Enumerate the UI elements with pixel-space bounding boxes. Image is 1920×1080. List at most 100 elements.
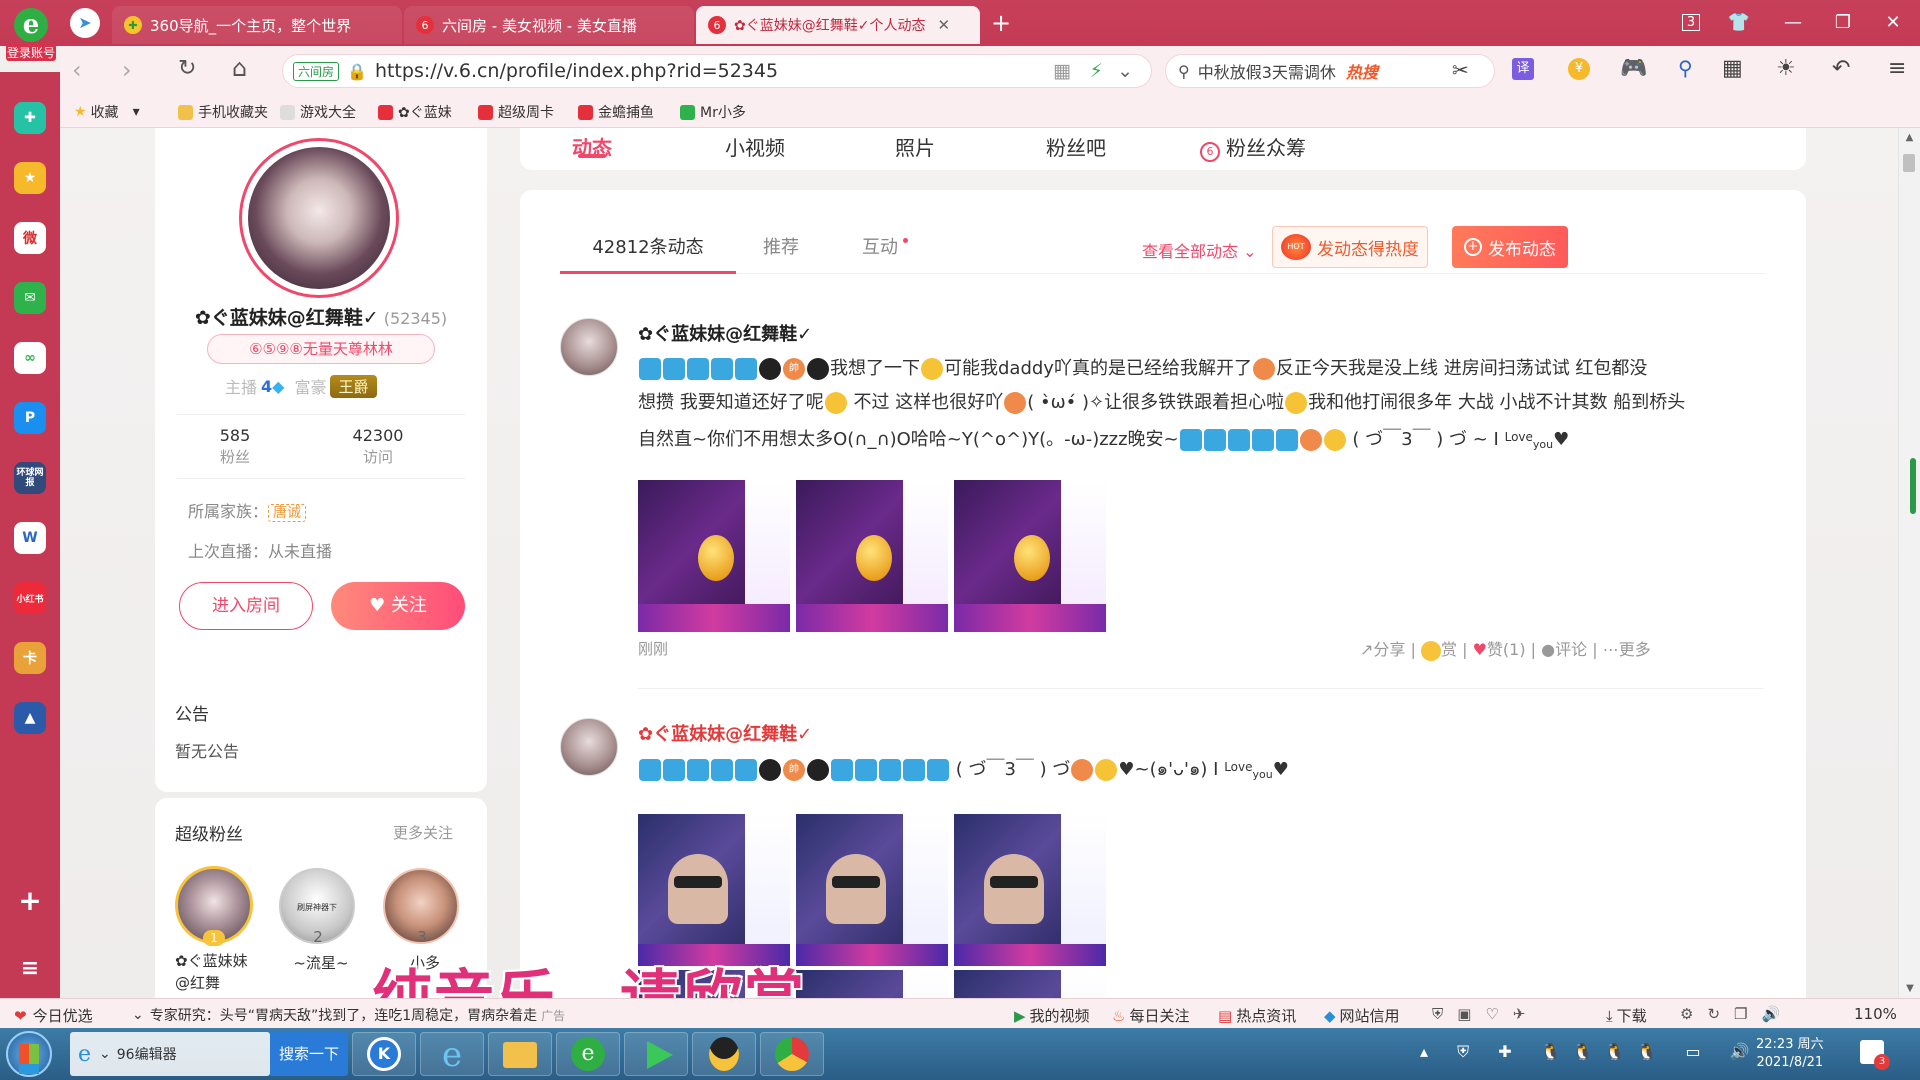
bookmark-favorites[interactable]: ★ 收藏 ▾	[74, 102, 140, 122]
tab-short-video[interactable]: 小视频	[725, 132, 785, 161]
search-box[interactable]: ⚲ 中秋放假3天需调休 热搜	[1165, 54, 1495, 88]
xiaohongshu-icon[interactable]: 小红书	[14, 582, 46, 614]
tab-profile[interactable]: 6 ✿ぐ蓝妹妹@红舞鞋✓个人动态 ✕	[696, 6, 980, 44]
scroll-thumb[interactable]	[1903, 154, 1915, 172]
tab-recommend[interactable]: 推荐	[736, 224, 826, 274]
menu-icon[interactable]: ≡	[1888, 56, 1906, 81]
tray-clock[interactable]: 22:23 周六 2021/8/21	[1756, 1036, 1824, 1072]
post-image[interactable]	[954, 970, 1106, 998]
bookmark-profile[interactable]: ✿ぐ蓝妹	[378, 102, 452, 122]
today-picks[interactable]: ❤ 今日优选	[14, 1005, 93, 1026]
restore-button[interactable]: ❐	[1828, 8, 1858, 38]
lightning-icon[interactable]: ⚡	[1090, 60, 1103, 82]
brightness-icon[interactable]: ☀	[1776, 56, 1796, 81]
notification-icon[interactable]: 3	[1860, 1040, 1890, 1070]
coin-icon[interactable]: ¥	[1568, 58, 1590, 80]
reward-button[interactable]: 赏	[1420, 640, 1457, 661]
taskbar-search-button[interactable]: 搜索一下	[270, 1032, 348, 1076]
scroll-up-icon[interactable]: ▲	[1899, 132, 1920, 143]
post-avatar[interactable]	[560, 718, 618, 776]
minimize-button[interactable]: —	[1778, 8, 1808, 38]
post-image[interactable]	[796, 814, 948, 966]
enter-room-button[interactable]: 进入房间	[179, 582, 313, 630]
tab-6cn[interactable]: 6 六间房 - 美女视频 - 美女直播	[404, 6, 694, 44]
view-all-dropdown[interactable]: 查看全部动态 ⌄	[1142, 238, 1257, 262]
site-credit[interactable]: ◆ 网站信用	[1324, 1005, 1400, 1026]
zoom-level[interactable]: 110%	[1854, 1005, 1897, 1023]
scroll-down-icon[interactable]: ▼	[1899, 983, 1920, 994]
download-button[interactable]: ⤓ 下载	[1606, 1005, 1647, 1026]
more-follow-link[interactable]: 更多关注	[393, 822, 453, 843]
tab-crowdfunding[interactable]: 6 粉丝众筹	[1200, 132, 1306, 162]
publish-button[interactable]: + 发布动态	[1452, 226, 1568, 268]
tab-fan-bar[interactable]: 粉丝吧	[1046, 132, 1106, 161]
hot-news[interactable]: ▤ 热点资讯	[1218, 1005, 1296, 1026]
taskbar-editor[interactable]: e ⌄ 96编辑器	[70, 1032, 270, 1076]
tray-icons[interactable]: ▴ ⛨ ✚ 🐧🐧🐧🐧 ▭ 🔊	[1420, 1042, 1762, 1062]
bookmark-fishing[interactable]: 金蟾捕鱼	[578, 102, 654, 122]
taskbar-app-k[interactable]: K	[352, 1032, 416, 1076]
address-bar[interactable]: 六间房 🔒 https://v.6.cn/profile/index.php?r…	[282, 54, 1152, 88]
tab-all-dynamics[interactable]: 42812条动态	[560, 224, 736, 274]
cut-icon[interactable]: ✂	[1452, 58, 1469, 82]
taskbar-app-ie[interactable]: e	[420, 1032, 484, 1076]
taskbar-app-360[interactable]: e	[556, 1032, 620, 1076]
close-button[interactable]: ✕	[1878, 8, 1908, 38]
fans-count[interactable]: 585	[195, 426, 275, 445]
profile-avatar[interactable]	[239, 138, 399, 298]
news-ticker[interactable]: ⌄ 专家研究：头号“胃病天敌”找到了，连吃1周稳定，胃病杂着走 广告	[132, 1005, 565, 1025]
undo-icon[interactable]: ↶	[1832, 56, 1850, 81]
refresh-icon[interactable]: ↻	[178, 56, 196, 81]
follow-button[interactable]: ♥ 关注	[331, 582, 465, 630]
share-button[interactable]: ↗分享	[1360, 640, 1405, 659]
like-button[interactable]: ♥赞(1)	[1473, 640, 1526, 659]
page-scrollbar[interactable]: ▲ ▼	[1898, 128, 1920, 998]
taskbar-app-qq[interactable]	[692, 1032, 756, 1076]
translate-icon[interactable]: 译	[1512, 58, 1534, 80]
taskbar-app-explorer[interactable]	[488, 1032, 552, 1076]
status-tools-2[interactable]: ⚙↻❐🔊	[1680, 1005, 1794, 1023]
tab-count-icon[interactable]: 3	[1676, 8, 1706, 38]
post-image[interactable]	[796, 480, 948, 632]
post-author[interactable]: ✿ぐ蓝妹妹@红舞鞋✓	[638, 720, 812, 746]
apps-grid-icon[interactable]: ▦	[1722, 56, 1743, 81]
search-text[interactable]: 中秋放假3天需调休	[1198, 59, 1336, 83]
post-avatar[interactable]	[560, 318, 618, 376]
zoom-icon[interactable]: ⚲	[1678, 56, 1693, 80]
comment-button[interactable]: ●评论	[1541, 640, 1587, 659]
bookmark-weekly[interactable]: 超级周卡	[478, 102, 554, 122]
fan-item[interactable]: 刷屏神器下 2 ~流星~	[279, 868, 363, 973]
post-image[interactable]	[954, 480, 1106, 632]
post-image[interactable]	[638, 814, 790, 966]
hot-post-button[interactable]: HOT 发动态得热度	[1272, 226, 1428, 268]
mail-icon[interactable]: ✉	[14, 282, 46, 314]
browser-logo[interactable]: e 登录账号	[6, 4, 56, 74]
status-tools[interactable]: ⛨▣♡✈	[1432, 1005, 1539, 1023]
note-icon[interactable]: ∞	[14, 342, 46, 374]
word-icon[interactable]: W	[14, 522, 46, 554]
back-icon[interactable]: ‹	[72, 56, 82, 84]
qr-icon[interactable]: ▦	[1053, 60, 1071, 82]
news-icon[interactable]: 环球网报	[14, 462, 46, 494]
weibo-icon[interactable]: 微	[14, 222, 46, 254]
plus-app-icon[interactable]: ✚	[14, 102, 46, 134]
gamepad-icon[interactable]: 🎮	[1620, 56, 1647, 81]
post-image[interactable]	[638, 480, 790, 632]
start-button[interactable]	[6, 1031, 52, 1077]
tab-interaction[interactable]: 互动	[830, 224, 930, 274]
home-icon[interactable]: ⌂	[232, 54, 247, 82]
star-icon[interactable]: ★	[14, 162, 46, 194]
bookmark-mrxiaoduo[interactable]: Mr小多	[680, 102, 746, 122]
post-image[interactable]	[954, 814, 1106, 966]
nav-telegram-icon[interactable]: ➤	[70, 8, 100, 38]
p-icon[interactable]: P	[14, 402, 46, 434]
tab-photos[interactable]: 照片	[895, 132, 935, 161]
skin-icon[interactable]: 👕	[1724, 8, 1754, 38]
family-badge[interactable]: 唐诚	[268, 504, 307, 522]
taskbar-app-player[interactable]	[624, 1032, 688, 1076]
daily-follow[interactable]: ♨ 每日关注	[1112, 1005, 1189, 1026]
post-author[interactable]: ✿ぐ蓝妹妹@红舞鞋✓	[638, 320, 812, 346]
bookmark-games[interactable]: 游戏大全	[280, 102, 356, 122]
url-text[interactable]: https://v.6.cn/profile/index.php?rid=523…	[375, 60, 778, 82]
game-icon[interactable]: 卡	[14, 642, 46, 674]
